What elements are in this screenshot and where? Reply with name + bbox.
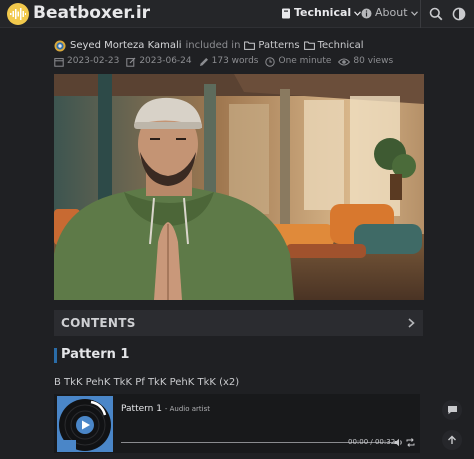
updated-date: 2023-06-24 — [139, 56, 192, 66]
section-heading: Pattern 1 — [61, 347, 130, 362]
clock-icon — [265, 56, 276, 67]
nav-technical[interactable]: Technical — [281, 6, 362, 20]
folder-icon — [244, 41, 256, 50]
category-label: Patterns — [258, 40, 300, 51]
audio-player: Pattern 1 - Audio artist 00:00 / 00:32 — [54, 394, 420, 453]
back-to-top-icon — [448, 435, 456, 444]
included-in-text: included in — [185, 40, 241, 51]
audio-cover — [57, 396, 113, 452]
calendar-icon — [54, 57, 64, 67]
search-icon[interactable] — [429, 7, 443, 21]
volume-icon[interactable] — [394, 438, 404, 447]
theme-toggle-icon[interactable] — [452, 7, 466, 21]
audio-artist: - Audio artist — [164, 405, 210, 413]
contents-label: CONTENTS — [61, 316, 136, 330]
category-patterns[interactable]: Patterns — [244, 39, 300, 52]
site-logo[interactable] — [7, 3, 29, 25]
folder-icon — [303, 41, 315, 50]
category-technical[interactable]: Technical — [303, 39, 364, 52]
info-icon — [361, 8, 372, 18]
soundwave-icon — [10, 8, 26, 20]
author-link[interactable]: Seyed Morteza Kamali — [70, 39, 182, 52]
nav-about-label: About — [375, 6, 408, 19]
eye-icon — [338, 58, 351, 65]
book-icon — [282, 8, 290, 18]
heading-accent-bar — [54, 348, 57, 363]
site-header: Beatboxer.ir Technical About — [0, 0, 474, 28]
post-meta-author-line: Seyed Morteza Kamali included in Pattern… — [54, 39, 364, 52]
featured-image-illustration — [54, 74, 424, 300]
reading-time: One minute — [278, 56, 332, 66]
word-count: 173 words — [211, 56, 259, 66]
back-to-top-button[interactable] — [442, 430, 462, 450]
comment-button[interactable] — [442, 400, 462, 420]
view-count: 80 views — [353, 56, 394, 66]
audio-time: 00:00 / 00:32 — [348, 438, 396, 446]
published-date: 2023-02-23 — [67, 56, 120, 66]
post-meta-stats-line: 2023-02-23 2023-06-24 173 words One minu… — [54, 56, 393, 67]
edit-icon — [126, 57, 136, 67]
chevron-down-icon — [410, 10, 418, 16]
featured-image — [54, 74, 424, 300]
pattern-notation: B TkK PehK TkK Pf TkK PehK TkK (x2) — [54, 377, 240, 388]
repeat-icon[interactable] — [406, 438, 415, 447]
nav-technical-label: Technical — [294, 6, 352, 19]
comment-icon — [447, 406, 457, 415]
table-of-contents-toggle[interactable]: CONTENTS — [54, 310, 423, 336]
chevron-right-icon — [408, 318, 415, 328]
author-avatar-icon — [54, 40, 66, 51]
vinyl-record-icon — [58, 399, 111, 452]
pencil-icon — [199, 57, 208, 66]
nav-about[interactable]: About — [361, 6, 418, 20]
audio-title: Pattern 1 — [121, 404, 162, 414]
site-title[interactable]: Beatboxer.ir — [33, 3, 150, 23]
category-label: Technical — [317, 40, 364, 51]
header-divider — [420, 0, 421, 28]
audio-title-line: Pattern 1 - Audio artist — [121, 404, 210, 414]
